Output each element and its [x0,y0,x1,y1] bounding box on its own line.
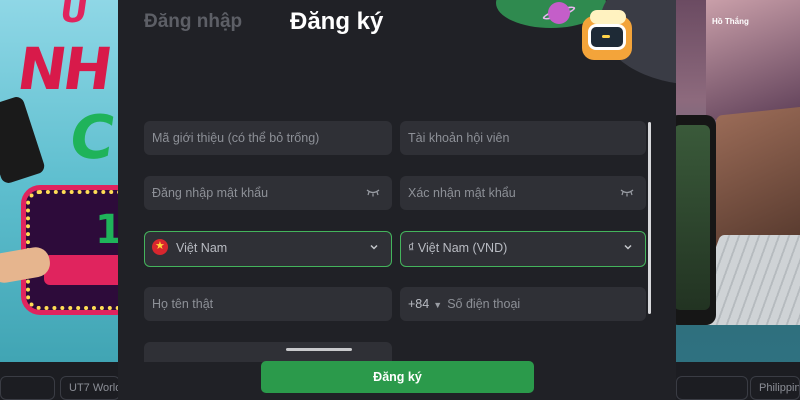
phone-input[interactable]: +84 ▼ Số điện thoại [400,287,646,321]
promo-text-line1: NH [13,35,114,103]
vietnam-flag-icon [152,238,168,255]
next-input-partial[interactable] [144,342,392,362]
planet-icon [548,2,570,24]
password-input[interactable]: Đăng nhập mật khẩu [144,176,392,210]
promo-banner-left: U NH C 1 [0,0,125,400]
promo-sign-ribbon [44,255,125,285]
confirm-password-input[interactable]: Xác nhận mật khẩu [400,176,646,210]
currency-value: ₫ Việt Nam (VND) [408,241,508,255]
promo-text-line2: C [65,103,119,173]
currency-select[interactable]: ₫ Việt Nam (VND) [400,231,646,267]
account-placeholder: Tài khoản hội viên [408,131,510,145]
drag-handle[interactable] [286,348,352,351]
robot-mascot-icon [578,10,638,66]
form-scrollbar[interactable] [648,122,651,314]
hostess-label: Hồ Thắng [712,17,749,26]
chevron-down-icon [624,244,632,250]
game-chip[interactable] [0,376,55,400]
account-input[interactable]: Tài khoản hội viên [400,121,646,155]
tab-register[interactable]: Đăng ký [290,10,383,34]
password-placeholder: Đăng nhập mật khẩu [152,186,269,200]
referral-code-input[interactable]: Mã giới thiệu (có thể bỏ trống) [144,121,392,155]
promo-banner-right: Hồ Thắng [676,0,800,400]
country-select[interactable]: Việt Nam [144,231,392,267]
chevron-down-icon [370,244,378,250]
mascot-eye [602,35,610,38]
confirm-password-placeholder: Xác nhận mật khẩu [408,186,516,200]
tab-login[interactable]: Đăng nhập [144,12,242,31]
game-chip[interactable] [676,376,748,400]
game-chip-philippines[interactable]: Philippin [750,376,800,400]
phone-placeholder: Số điện thoại [447,297,521,311]
phone-image [0,95,47,185]
promo-text-top: U [57,0,91,31]
referral-code-placeholder: Mã giới thiệu (có thể bỏ trống) [152,131,320,145]
chevron-down-icon[interactable]: ▼ [433,288,442,321]
register-button[interactable]: Đăng ký [261,361,534,393]
phone-country-code[interactable]: +84 [408,297,429,311]
phone-screen [676,125,710,310]
country-value: Việt Nam [176,241,228,255]
eye-closed-icon[interactable] [620,187,634,197]
game-chip-ut7[interactable]: UT7 World [60,376,120,400]
mascot-cloud [590,10,626,24]
screen: U NH C 1 Hồ Thắng UT7 World Philippin Đă… [0,0,800,400]
full-name-placeholder: Họ tên thật [152,297,214,311]
full-name-input[interactable]: Họ tên thật [144,287,392,321]
eye-closed-icon[interactable] [366,187,380,197]
